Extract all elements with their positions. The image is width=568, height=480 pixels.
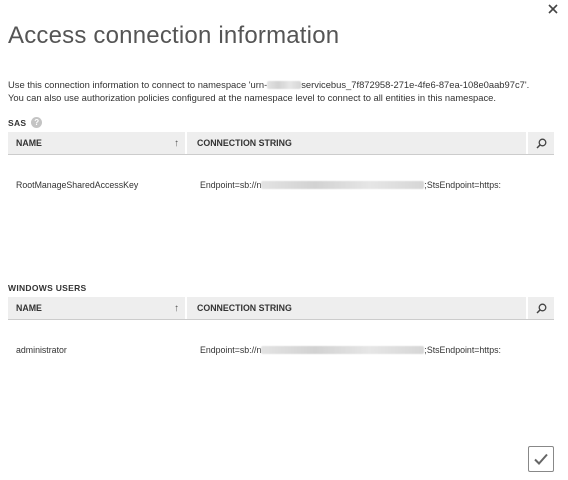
description-line-2: You can also use authorization policies … [8,92,496,103]
sas-search-button[interactable] [528,132,554,154]
access-connection-dialog: Access connection information Use this c… [0,0,568,480]
windows-users-connection-column-header[interactable]: CONNECTION STRING [187,297,528,319]
windows-user-name: administrator [16,345,67,355]
search-icon [535,138,546,149]
search-icon [535,303,546,314]
sort-ascending-icon[interactable]: ↑ [174,138,179,149]
close-button[interactable] [546,2,560,16]
sas-policy-name: RootManageSharedAccessKey [16,180,139,190]
sas-grid-header: NAME ↑ CONNECTION STRING [8,132,554,155]
windows-users-search-button[interactable] [528,297,554,319]
checkmark-icon [534,453,548,465]
sas-connection-column-header[interactable]: CONNECTION STRING [187,132,528,154]
help-icon[interactable]: ? [31,117,43,128]
windows-users-grid-header: NAME ↑ CONNECTION STRING [8,297,554,320]
redacted-text [261,181,425,189]
description: Use this connection information to conne… [8,78,560,104]
windows-user-connection-string[interactable]: Endpoint=sb://n ;StsEndpoint=https: [187,345,554,355]
sas-connection-string[interactable]: Endpoint=sb://n ;StsEndpoint=https: [187,180,554,190]
confirm-button[interactable] [528,446,554,472]
table-row[interactable]: administrator Endpoint=sb://n ;StsEndpoin… [8,337,554,363]
dialog-title: Access connection information [8,22,340,49]
sas-grid: NAME ↑ CONNECTION STRING RootManageShare… [8,132,554,198]
windows-users-section-label: WINDOWS USERS [8,283,87,293]
windows-users-grid: NAME ↑ CONNECTION STRING administrator E… [8,297,554,363]
sas-name-column-header[interactable]: NAME ↑ [8,132,187,154]
windows-users-name-column-header[interactable]: NAME ↑ [8,297,187,319]
description-line-1: Use this connection information to conne… [8,79,530,90]
redacted-text [261,346,425,354]
table-row[interactable]: RootManageSharedAccessKey Endpoint=sb://… [8,172,554,198]
sort-ascending-icon[interactable]: ↑ [174,303,179,314]
close-icon [548,4,558,14]
redacted-text [267,81,302,89]
sas-section-label: SAS ? [8,117,43,128]
